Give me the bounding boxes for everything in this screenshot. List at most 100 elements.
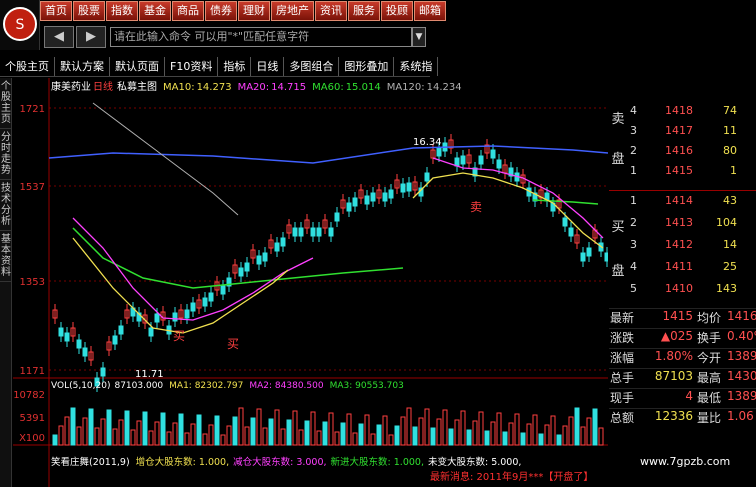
vol-axis-label: 10782 (13, 390, 45, 401)
volume-bar (442, 409, 448, 446)
stat-label-2: 最低 (697, 391, 722, 405)
ma60-line (72, 227, 404, 289)
command-dropdown-button[interactable]: ▼ (412, 27, 426, 47)
candle (118, 325, 124, 335)
bid-row[interactable]: 1 1414 43 (609, 194, 756, 214)
tab-3[interactable]: F10资料 (165, 57, 219, 76)
bid-price: 1414 (665, 194, 693, 207)
kline-chart[interactable]: 康美药业 日线 私募主图 MA10: 14.273 MA20: 14.715 MA60: 15.… (13, 78, 608, 487)
volume-bar (148, 430, 154, 446)
candle (208, 292, 214, 302)
tab-2[interactable]: 默认页面 (110, 57, 165, 76)
command-toolbar: ◀ ▶ 请在此输入命令 可以用"*"匹配任意字符 ▼ (40, 24, 430, 50)
ask-row[interactable]: 3 1417 11 (609, 124, 756, 144)
side-tab-2[interactable]: 技术分析 (0, 180, 12, 231)
ma120-grey (92, 102, 239, 216)
side-tab-1[interactable]: 分时走势 (0, 129, 12, 180)
ask-volume: 1 (730, 164, 737, 177)
ask-row[interactable]: 2 1416 80 (609, 144, 756, 164)
bid-row[interactable]: 4 1411 25 (609, 260, 756, 280)
candle (334, 212, 340, 222)
side-tabs: 个股主页 分时走势 技术分析 基本资料 (0, 78, 12, 487)
bid-level: 2 (630, 216, 637, 229)
volume-bar (406, 407, 412, 446)
candle (148, 327, 154, 337)
bid-row[interactable]: 3 1412 14 (609, 238, 756, 258)
menu-item-3[interactable]: 基金 (139, 1, 171, 21)
bid-price: 1412 (665, 238, 693, 251)
candle (478, 155, 484, 165)
candle (274, 242, 280, 252)
candle (400, 183, 406, 193)
menu-item-5[interactable]: 债券 (205, 1, 237, 21)
menu-item-4[interactable]: 商品 (172, 1, 204, 21)
menu-item-9[interactable]: 服务 (348, 1, 380, 21)
indicator-text: 笑看庄舞(2011,9) 增仓大股东数: 1.000, 减仓大股东数: 3.000,… (51, 456, 521, 468)
y-tick-label: 1171 (20, 366, 45, 377)
tab-8[interactable]: 系统指 (394, 57, 439, 76)
forward-button[interactable]: ▶ (76, 26, 106, 48)
volume-bar (568, 416, 574, 446)
menu-item-6[interactable]: 理财 (238, 1, 270, 21)
ask-row[interactable]: 1 1415 1 (609, 164, 756, 184)
menu-item-7[interactable]: 房地产 (271, 1, 314, 21)
book-divider (609, 190, 756, 191)
back-button[interactable]: ◀ (44, 26, 74, 48)
menu-item-2[interactable]: 指数 (106, 1, 138, 21)
stat-row: 涨幅 1.80% 今开 1389 (609, 348, 756, 368)
volume-bar (334, 431, 340, 446)
tab-7[interactable]: 图形叠加 (339, 57, 395, 76)
tab-4[interactable]: 指标 (218, 57, 252, 76)
candle (82, 347, 88, 357)
ask-level: 3 (630, 124, 637, 137)
ask-volume: 74 (723, 104, 737, 117)
candle (586, 247, 592, 257)
news-ticker[interactable]: 最新消息: 2011年9月***【开盘了】 (430, 468, 610, 487)
volume-bar (340, 422, 346, 446)
volume-bar (478, 411, 484, 446)
stat-label-2: 最高 (697, 371, 722, 385)
stat-label: 总手 (610, 371, 635, 385)
candle (562, 217, 568, 227)
volume-bar (52, 434, 58, 446)
stat-row: 最新 1415 均价 1416 (609, 308, 756, 328)
side-tab-0[interactable]: 个股主页 (0, 78, 12, 129)
sell-signal: 卖 (470, 200, 482, 214)
volume-bar (268, 418, 274, 446)
volume-bar (160, 412, 166, 446)
ask-level: 4 (630, 104, 637, 117)
stat-label-2: 量比 (697, 411, 722, 425)
ask-row[interactable]: 4 1418 74 (609, 104, 756, 124)
volume-bar (484, 430, 490, 446)
vol-header: VOL(5,10,20) 87103.000 MA1: 82302.797 MA2: … (51, 381, 404, 391)
stat-value-2: 1389 (727, 349, 756, 363)
stat-label: 总额 (610, 411, 635, 425)
ask-price: 1416 (665, 144, 693, 157)
watermark: www.7gpzb.com (640, 455, 731, 468)
bid-row[interactable]: 5 1410 143 (609, 282, 756, 302)
side-tab-3[interactable]: 基本资料 (0, 231, 12, 282)
stat-value-2: 1389 (727, 389, 756, 403)
volume-bar (118, 419, 124, 446)
buy-signal-2: 买 (227, 337, 239, 351)
volume-bar (436, 418, 442, 446)
bid-level: 1 (630, 194, 637, 207)
bid-level: 4 (630, 260, 637, 273)
tab-0[interactable]: 个股主页 (0, 57, 55, 76)
menu-item-1[interactable]: 股票 (73, 1, 105, 21)
menu-item-0[interactable]: 首页 (40, 1, 72, 21)
candle (604, 252, 608, 262)
stat-value: 12336 (654, 409, 693, 423)
candle (490, 149, 496, 159)
tab-6[interactable]: 多图组合 (284, 57, 340, 76)
menu-item-11[interactable]: 邮箱 (414, 1, 446, 21)
command-input[interactable]: 请在此输入命令 可以用"*"匹配任意字符 (110, 27, 412, 47)
vol-title: VOL(5,10,20) (51, 381, 110, 391)
menu-item-8[interactable]: 资讯 (315, 1, 347, 21)
bid-row[interactable]: 2 1413 104 (609, 216, 756, 236)
stat-value-2: 1.06 (727, 409, 754, 423)
candle (406, 182, 412, 192)
menu-item-10[interactable]: 投顾 (381, 1, 413, 21)
tab-1[interactable]: 默认方案 (55, 57, 110, 76)
tab-5[interactable]: 日线 (251, 57, 285, 76)
